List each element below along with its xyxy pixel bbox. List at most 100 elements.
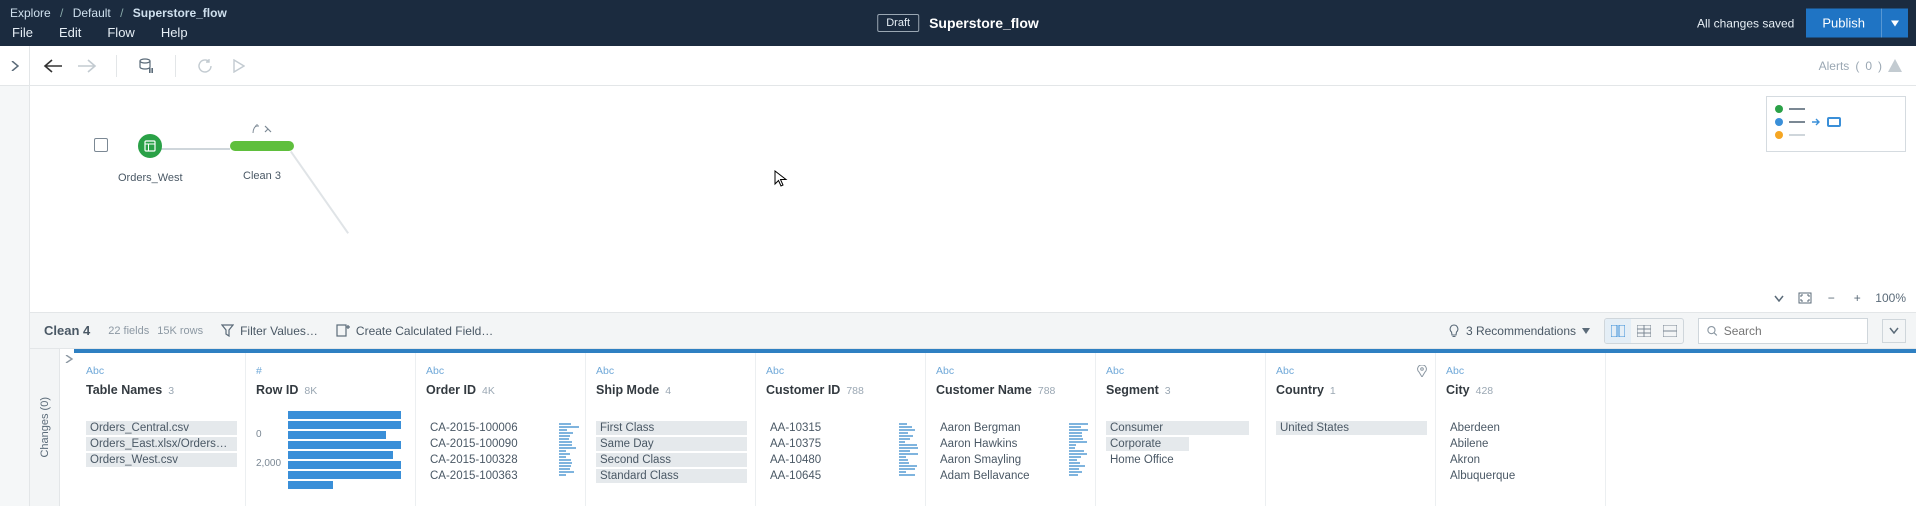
zoom-out-button[interactable]: − xyxy=(1823,290,1839,306)
field-name[interactable]: Customer ID xyxy=(766,383,840,397)
value-item[interactable]: United States xyxy=(1276,421,1427,435)
histogram[interactable] xyxy=(288,411,407,489)
value-item[interactable]: Orders_West.csv xyxy=(86,453,237,467)
zoom-in-button[interactable]: + xyxy=(1849,290,1865,306)
pause-updates-button[interactable] xyxy=(133,53,159,79)
profile-pane: Changes (0) AbcTable Names3Orders_Centra… xyxy=(30,348,1916,506)
field-card[interactable]: AbcOrder ID4KCA-2015-100006CA-2015-10009… xyxy=(416,353,586,506)
histogram-bar[interactable] xyxy=(288,481,333,489)
histogram-bar[interactable] xyxy=(288,471,401,479)
value-item[interactable]: CA-2015-100363 xyxy=(426,469,577,483)
filter-values-button[interactable]: Filter Values… xyxy=(221,324,318,338)
field-name[interactable]: Order ID xyxy=(426,383,476,397)
value-item[interactable]: Albuquerque xyxy=(1446,469,1597,483)
create-calc-button[interactable]: Create Calculated Field… xyxy=(336,324,493,338)
field-name[interactable]: Country xyxy=(1276,383,1324,397)
recommendations-button[interactable]: 3 Recommendations xyxy=(1448,324,1590,338)
field-name[interactable]: City xyxy=(1446,383,1470,397)
forward-button[interactable] xyxy=(74,53,100,79)
value-item[interactable]: Orders_Central.csv xyxy=(86,421,237,435)
value-item[interactable]: AA-10315 xyxy=(766,421,917,435)
value-item[interactable]: CA-2015-100006 xyxy=(426,421,577,435)
field-card[interactable]: AbcCustomer ID788AA-10315AA-10375AA-1048… xyxy=(756,353,926,506)
left-rail xyxy=(0,86,30,506)
menu-flow[interactable]: Flow xyxy=(101,21,140,44)
alerts-indicator[interactable]: Alerts (0) xyxy=(1819,59,1902,73)
field-name[interactable]: Segment xyxy=(1106,383,1159,397)
field-card[interactable]: AbcCountry1United States xyxy=(1266,353,1436,506)
left-panel-toggle[interactable] xyxy=(0,46,30,85)
flow-node-input[interactable]: Orders_West xyxy=(118,134,183,184)
toolbar: Alerts (0) xyxy=(0,46,1916,86)
search-input[interactable] xyxy=(1724,324,1859,338)
value-item[interactable]: First Class xyxy=(596,421,747,435)
changes-panel-tab[interactable]: Changes (0) xyxy=(30,349,60,506)
view-list-button[interactable] xyxy=(1631,319,1657,343)
value-item[interactable]: Consumer xyxy=(1106,421,1249,435)
field-type-badge: Abc xyxy=(1106,365,1124,377)
histogram-bar[interactable] xyxy=(288,451,393,459)
field-card[interactable]: AbcCity428AberdeenAbileneAkronAlbuquerqu… xyxy=(1436,353,1606,506)
menu-edit[interactable]: Edit xyxy=(53,21,87,44)
histogram-bar[interactable] xyxy=(288,461,401,469)
field-name[interactable]: Row ID xyxy=(256,383,298,397)
value-item[interactable]: AA-10645 xyxy=(766,469,917,483)
value-item[interactable]: AA-10375 xyxy=(766,437,917,451)
field-name[interactable]: Table Names xyxy=(86,383,162,397)
value-list: United States xyxy=(1276,421,1427,435)
menu-help[interactable]: Help xyxy=(155,21,194,44)
value-item[interactable]: Aaron Smayling xyxy=(936,453,1087,467)
value-item[interactable]: Home Office xyxy=(1106,453,1257,467)
histogram-bar[interactable] xyxy=(288,441,401,449)
value-item[interactable]: Aaron Hawkins xyxy=(936,437,1087,451)
flow-canvas[interactable]: Orders_West Clean 3 xyxy=(30,86,1916,312)
field-name[interactable]: Customer Name xyxy=(936,383,1032,397)
field-type-badge: Abc xyxy=(936,365,954,377)
histogram-bar[interactable] xyxy=(288,431,386,439)
value-item[interactable]: Same Day xyxy=(596,437,747,451)
publish-dropdown[interactable] xyxy=(1881,9,1908,38)
flow-node-clean[interactable]: Clean 3 xyxy=(230,138,294,182)
arrow-icon xyxy=(1811,117,1821,127)
step-name[interactable]: Clean 4 xyxy=(44,323,90,338)
field-card[interactable]: AbcShip Mode4First ClassSame DaySecond C… xyxy=(586,353,756,506)
histogram-bar[interactable] xyxy=(288,411,401,419)
value-item[interactable]: CA-2015-100090 xyxy=(426,437,577,451)
histogram-bar[interactable] xyxy=(288,421,401,429)
value-item[interactable]: Corporate xyxy=(1106,437,1189,451)
value-item[interactable]: Adam Bellavance xyxy=(936,469,1087,483)
back-button[interactable] xyxy=(40,53,66,79)
value-item[interactable]: Abilene xyxy=(1446,437,1597,451)
breadcrumb-space[interactable]: Default xyxy=(73,6,111,20)
view-grid-button[interactable] xyxy=(1657,319,1683,343)
flow-minimap[interactable] xyxy=(1766,96,1906,152)
value-item[interactable]: Akron xyxy=(1446,453,1597,467)
collapse-minimap-button[interactable] xyxy=(1771,290,1787,306)
value-item[interactable]: Orders_East.xlsx/Orders_E… xyxy=(86,437,237,451)
field-name[interactable]: Ship Mode xyxy=(596,383,659,397)
field-card[interactable]: AbcTable Names3Orders_Central.csvOrders_… xyxy=(76,353,246,506)
canvas-controls: − + 100% xyxy=(1771,290,1906,306)
run-flow-button[interactable] xyxy=(226,53,252,79)
field-card[interactable]: AbcSegment3ConsumerCorporateHome Office xyxy=(1096,353,1266,506)
value-item[interactable]: AA-10480 xyxy=(766,453,917,467)
field-value-count: 788 xyxy=(846,385,864,397)
field-card[interactable]: AbcCustomer Name788Aaron BergmanAaron Ha… xyxy=(926,353,1096,506)
field-card[interactable]: #Row ID8K02,000 xyxy=(246,353,416,506)
view-mode-toggle xyxy=(1604,318,1684,344)
value-item[interactable]: Aberdeen xyxy=(1446,421,1597,435)
value-item[interactable]: Aaron Bergman xyxy=(936,421,1087,435)
publish-button[interactable]: Publish xyxy=(1806,9,1881,38)
value-item[interactable]: Second Class xyxy=(596,453,747,467)
value-list: Consumer Corporate Home Office xyxy=(1106,421,1257,467)
expand-profile-button[interactable] xyxy=(1882,319,1906,343)
field-search[interactable] xyxy=(1698,318,1868,344)
menu-file[interactable]: File xyxy=(6,21,39,44)
view-profile-button[interactable] xyxy=(1605,319,1631,343)
value-item[interactable]: Standard Class xyxy=(596,469,747,483)
refresh-button[interactable] xyxy=(192,53,218,79)
value-item[interactable]: CA-2015-100328 xyxy=(426,453,577,467)
flow-title[interactable]: Superstore_flow xyxy=(929,15,1039,31)
breadcrumb-root[interactable]: Explore xyxy=(10,6,51,20)
fit-screen-button[interactable] xyxy=(1797,290,1813,306)
